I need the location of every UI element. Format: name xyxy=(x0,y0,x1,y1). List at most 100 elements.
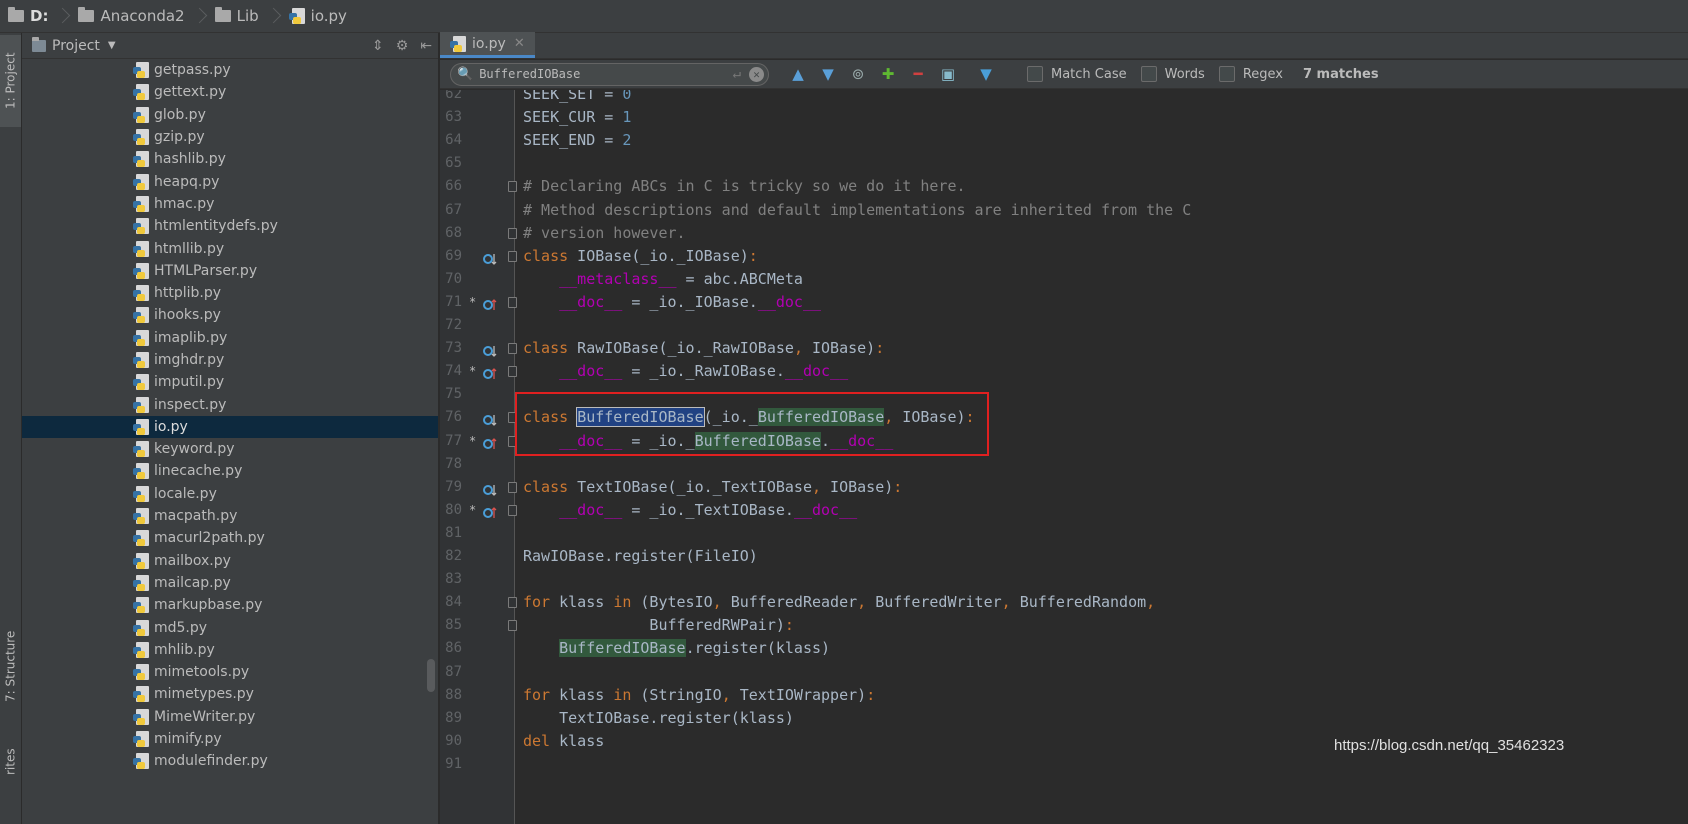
fold-marker-icon[interactable] xyxy=(508,504,517,516)
tree-file-item[interactable]: markupbase.py xyxy=(22,594,438,616)
tab-favorites-tool[interactable]: rites xyxy=(0,733,21,791)
tree-file-item[interactable]: imaplib.py xyxy=(22,327,438,349)
tree-file-item[interactable]: glob.py xyxy=(22,104,438,126)
code-line[interactable]: 91 xyxy=(440,753,1688,776)
filter-icon[interactable]: ▼ xyxy=(971,65,1001,83)
breadcrumb-item-anaconda2[interactable]: Anaconda2 xyxy=(78,0,214,32)
collapse-all-icon[interactable]: ⇕ xyxy=(372,38,384,54)
project-panel-title[interactable]: Project xyxy=(52,38,100,54)
overrides-up-icon[interactable] xyxy=(483,296,497,310)
find-all-icon[interactable]: ⊚ xyxy=(843,65,873,83)
tab-structure-tool[interactable]: 7: Structure xyxy=(0,619,21,713)
next-occurrence-icon[interactable]: ▼ xyxy=(813,65,843,83)
tree-file-item[interactable]: htmlentitydefs.py xyxy=(22,215,438,237)
code-line[interactable]: 64 SEEK_END = 2 xyxy=(440,129,1688,152)
implemented-down-icon[interactable] xyxy=(483,342,497,358)
tree-file-item[interactable]: io.py xyxy=(22,415,438,439)
tree-file-item[interactable]: ihooks.py xyxy=(22,304,438,326)
search-icon[interactable]: 🔍 xyxy=(457,67,473,82)
fold-marker-icon[interactable] xyxy=(508,620,517,632)
overrides-up-icon[interactable] xyxy=(483,504,497,518)
tree-file-item[interactable]: mimetools.py xyxy=(22,661,438,683)
remove-occurrence-icon[interactable]: ━ xyxy=(903,65,933,83)
code-line[interactable]: 69 class IOBase(_io._IOBase): xyxy=(440,245,1688,268)
clear-search-icon[interactable]: ✕ xyxy=(749,66,764,82)
code-line[interactable]: 65 xyxy=(440,152,1688,175)
tree-file-item[interactable]: inspect.py xyxy=(22,393,438,415)
code-line[interactable]: 73 class RawIOBase(_io._RawIOBase, IOBase… xyxy=(440,337,1688,360)
tree-file-item[interactable]: macurl2path.py xyxy=(22,527,438,549)
tree-file-item[interactable]: md5.py xyxy=(22,616,438,638)
tree-file-item[interactable]: MimeWriter.py xyxy=(22,706,438,728)
search-input[interactable]: BufferedIOBase xyxy=(479,67,732,81)
add-occurrence-icon[interactable]: ✚ xyxy=(873,65,903,83)
code-line[interactable]: 68 # version however. xyxy=(440,222,1688,245)
code-line[interactable]: 74 * __doc__ = _io._RawIOBase.__doc__ xyxy=(440,360,1688,383)
code-line[interactable]: 82 RawIOBase.register(FileIO) xyxy=(440,545,1688,568)
close-icon[interactable]: ✕ xyxy=(514,36,525,51)
tree-file-item[interactable]: linecache.py xyxy=(22,460,438,482)
fold-marker-icon[interactable] xyxy=(508,343,517,355)
implemented-down-icon[interactable] xyxy=(483,250,497,265)
fold-marker-icon[interactable] xyxy=(508,296,517,308)
fold-marker-icon[interactable] xyxy=(508,481,517,493)
tree-scrollbar[interactable] xyxy=(427,659,435,692)
code-line[interactable]: 86 BufferedIOBase.register(klass) xyxy=(440,637,1688,660)
code-line[interactable]: 66 # Declaring ABCs in C is tricky so we … xyxy=(440,175,1688,198)
tree-file-item[interactable]: mimetypes.py xyxy=(22,683,438,705)
tree-file-item[interactable]: getpass.py xyxy=(22,59,438,81)
code-line[interactable]: 83 xyxy=(440,568,1688,591)
overrides-up-icon[interactable] xyxy=(483,365,497,380)
search-field[interactable]: 🔍 BufferedIOBase ↵ ✕ xyxy=(450,62,769,86)
match-case-checkbox[interactable]: Match Case xyxy=(1027,66,1127,82)
newline-icon[interactable]: ↵ xyxy=(733,66,741,82)
fold-marker-icon[interactable] xyxy=(508,250,517,262)
code-line[interactable]: 89 TextIOBase.register(klass) xyxy=(440,707,1688,730)
code-line[interactable]: 78 xyxy=(440,453,1688,476)
tree-file-item[interactable]: mhlib.py xyxy=(22,639,438,661)
tree-file-item[interactable]: HTMLParser.py xyxy=(22,260,438,282)
hide-panel-icon[interactable]: ⇤ xyxy=(420,38,432,54)
implemented-down-icon[interactable] xyxy=(483,411,497,427)
tree-file-item[interactable]: mailbox.py xyxy=(22,550,438,572)
tree-file-item[interactable]: gzip.py xyxy=(22,126,438,148)
code-line[interactable]: 85 BufferedRWPair): xyxy=(440,614,1688,637)
tree-file-item[interactable]: imghdr.py xyxy=(22,349,438,371)
code-line[interactable]: 71 * __doc__ = _io._IOBase.__doc__ xyxy=(440,291,1688,314)
words-checkbox[interactable]: Words xyxy=(1140,66,1205,82)
code-line[interactable]: 62 SEEK_SET = 0 xyxy=(440,90,1688,106)
tree-file-item[interactable]: heapq.py xyxy=(22,170,438,192)
tab-io-py[interactable]: io.py ✕ xyxy=(440,32,535,58)
tree-file-item[interactable]: mimify.py xyxy=(22,728,438,750)
tree-file-item[interactable]: modulefinder.py xyxy=(22,750,438,772)
code-line[interactable]: 87 xyxy=(440,661,1688,684)
chevron-down-icon[interactable]: ▼ xyxy=(108,40,116,51)
tree-file-item[interactable]: locale.py xyxy=(22,483,438,505)
implemented-down-icon[interactable] xyxy=(483,481,497,496)
code-view[interactable]: 62 SEEK_SET = 0 63 SEEK_CUR = 1 64 SEEK_END =… xyxy=(440,90,1688,824)
previous-occurrence-icon[interactable]: ▲ xyxy=(783,65,813,83)
code-line[interactable]: 88 for klass in (StringIO, TextIOWrapper)… xyxy=(440,684,1688,707)
code-line[interactable]: 79 class TextIOBase(_io._TextIOBase, IOBa… xyxy=(440,476,1688,499)
code-line[interactable]: 67 # Method descriptions and default impl… xyxy=(440,199,1688,222)
tree-file-item[interactable]: gettext.py xyxy=(22,81,438,103)
code-line[interactable]: 80 * __doc__ = _io._TextIOBase.__doc__ xyxy=(440,499,1688,522)
breadcrumb-item-d[interactable]: D: xyxy=(8,0,78,32)
fold-marker-icon[interactable] xyxy=(508,597,517,609)
fold-marker-icon[interactable] xyxy=(508,181,517,193)
overrides-up-icon[interactable] xyxy=(483,435,497,449)
code-line[interactable]: 70 __metaclass__ = abc.ABCMeta xyxy=(440,268,1688,291)
tree-file-item[interactable]: mailcap.py xyxy=(22,572,438,594)
fold-marker-icon[interactable] xyxy=(508,227,517,239)
regex-checkbox[interactable]: Regex xyxy=(1218,66,1283,82)
code-line[interactable]: 81 xyxy=(440,522,1688,545)
gear-icon[interactable]: ⚙ xyxy=(396,38,409,54)
tree-file-item[interactable]: macpath.py xyxy=(22,505,438,527)
tree-file-item[interactable]: keyword.py xyxy=(22,438,438,460)
code-line[interactable]: 63 SEEK_CUR = 1 xyxy=(440,106,1688,129)
code-line[interactable]: 84 for klass in (BytesIO, BufferedReader,… xyxy=(440,591,1688,614)
code-line[interactable]: 72 xyxy=(440,314,1688,337)
select-all-occurrences-icon[interactable]: ▣ xyxy=(933,65,963,83)
breadcrumb-item-io[interactable]: io.py xyxy=(288,0,355,32)
breadcrumb-item-lib[interactable]: Lib xyxy=(214,0,289,32)
